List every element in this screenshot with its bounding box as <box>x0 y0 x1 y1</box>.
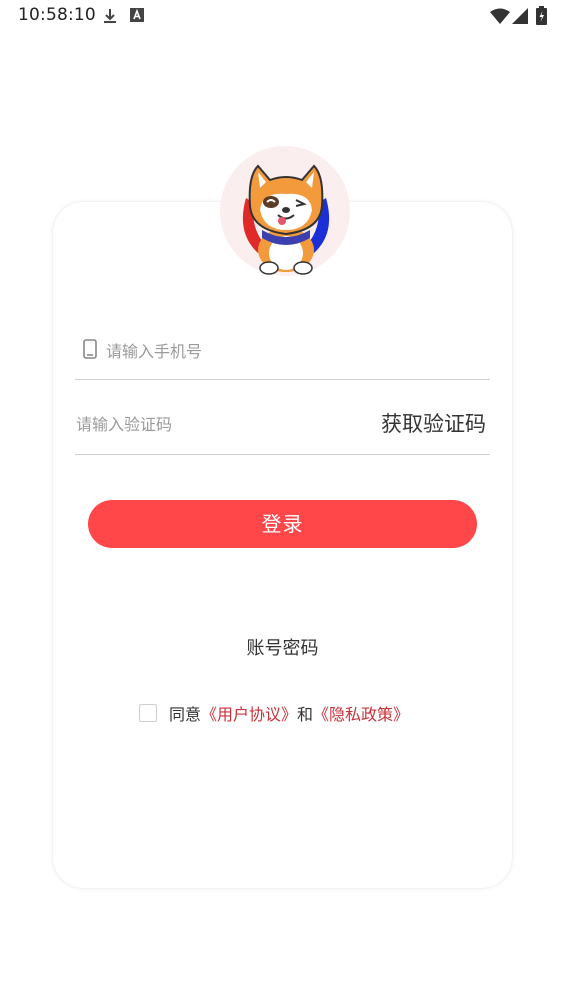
code-divider <box>75 454 490 455</box>
login-button[interactable]: 登录 <box>88 500 477 548</box>
phone-icon <box>83 339 97 359</box>
agreement-row: 同意 《用户协议》 和 《隐私政策》 <box>139 702 409 724</box>
privacy-policy-link[interactable]: 《隐私政策》 <box>313 701 409 725</box>
phone-divider <box>75 379 490 380</box>
signal-icon <box>512 8 528 24</box>
status-time: 10:58:10 <box>18 5 96 25</box>
agreement-and: 和 <box>297 705 314 724</box>
agreement-checkbox[interactable] <box>139 704 157 722</box>
phone-input[interactable]: 请输入手机号 <box>106 338 202 362</box>
verification-code-input[interactable]: 请输入验证码 <box>76 411 172 435</box>
download-icon <box>104 9 116 23</box>
shiba-dog-mascot-icon <box>242 164 330 275</box>
status-bar: 10:58:10 <box>0 0 565 32</box>
get-code-button[interactable]: 获取验证码 <box>381 408 486 438</box>
battery-icon <box>536 6 547 25</box>
wifi-icon <box>490 8 510 24</box>
agreement-prefix: 同意 <box>169 705 202 724</box>
user-agreement-link[interactable]: 《用户协议》 <box>201 701 297 725</box>
account-password-login-link[interactable]: 账号密码 <box>0 634 565 660</box>
a-notification-icon <box>130 8 144 22</box>
